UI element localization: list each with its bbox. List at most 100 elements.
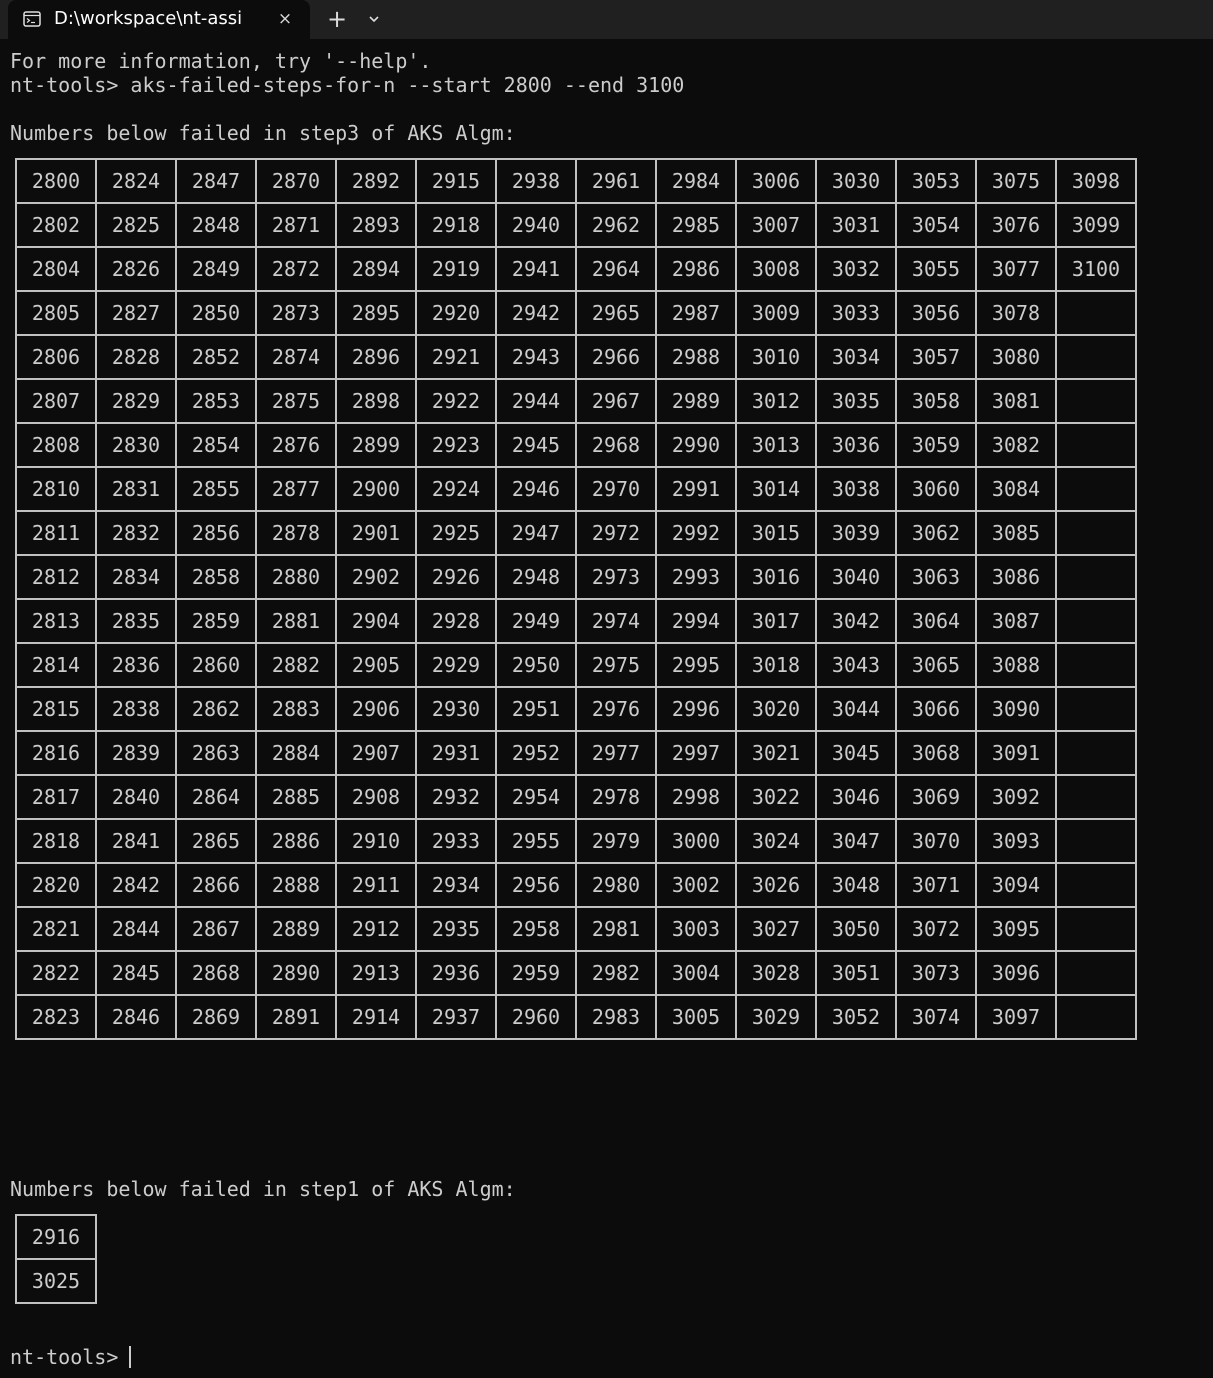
table-cell: 2836 xyxy=(95,642,177,688)
table-cell: 2984 xyxy=(655,158,737,204)
table-cell xyxy=(1055,774,1137,820)
table-cell: 2998 xyxy=(655,774,737,820)
table-cell xyxy=(1055,554,1137,600)
table-cell: 3058 xyxy=(895,378,977,424)
table-cell: 2826 xyxy=(95,246,177,292)
table-cell: 2954 xyxy=(495,774,577,820)
table-cell: 2997 xyxy=(655,730,737,776)
table-cell: 2958 xyxy=(495,906,577,952)
title-bar: D:\workspace\nt-assi × + xyxy=(0,0,1213,39)
table-cell: 2925 xyxy=(415,510,497,556)
table-cell: 2811 xyxy=(15,510,97,556)
table-cell: 2869 xyxy=(175,994,257,1040)
table-cell: 3087 xyxy=(975,598,1057,644)
table-cell: 2951 xyxy=(495,686,577,732)
table-cell: 3060 xyxy=(895,466,977,512)
table-cell xyxy=(1055,818,1137,864)
table-cell: 3025 xyxy=(15,1258,97,1304)
table-cell: 2993 xyxy=(655,554,737,600)
table-cell: 3002 xyxy=(655,862,737,908)
terminal-tab[interactable]: D:\workspace\nt-assi × xyxy=(8,0,310,39)
table-cell: 3063 xyxy=(895,554,977,600)
table-cell: 2913 xyxy=(335,950,417,996)
table-row: 2813 2835 2859 2881 2904 2928 2949 2974 2994 3017… xyxy=(15,598,1137,644)
table-cell: 3029 xyxy=(735,994,817,1040)
table-cell: 2940 xyxy=(495,202,577,248)
table-cell: 2859 xyxy=(175,598,257,644)
table-cell: 2838 xyxy=(95,686,177,732)
table-cell: 2949 xyxy=(495,598,577,644)
table-cell: 2945 xyxy=(495,422,577,468)
table-cell: 2944 xyxy=(495,378,577,424)
table-cell: 2823 xyxy=(15,994,97,1040)
table-cell: 2881 xyxy=(255,598,337,644)
table-cell: 2864 xyxy=(175,774,257,820)
table-cell: 2821 xyxy=(15,906,97,952)
table-row: 2811 2832 2856 2878 2901 2925 2947 2972 2992 3015… xyxy=(15,510,1137,556)
table-cell: 2901 xyxy=(335,510,417,556)
table-cell: 2832 xyxy=(95,510,177,556)
table-cell: 2878 xyxy=(255,510,337,556)
table-cell: 3056 xyxy=(895,290,977,336)
table-cell: 2841 xyxy=(95,818,177,864)
table-cell: 3099 xyxy=(1055,202,1137,248)
chevron-down-icon[interactable] xyxy=(364,9,384,29)
table-cell: 3098 xyxy=(1055,158,1137,204)
table-cell: 2941 xyxy=(495,246,577,292)
table-cell: 2983 xyxy=(575,994,657,1040)
table-cell: 3045 xyxy=(815,730,897,776)
table-cell: 2829 xyxy=(95,378,177,424)
table-cell: 2865 xyxy=(175,818,257,864)
table-cell: 3000 xyxy=(655,818,737,864)
table-cell: 2807 xyxy=(15,378,97,424)
table-cell: 2991 xyxy=(655,466,737,512)
table-cell: 3100 xyxy=(1055,246,1137,292)
table-cell: 3031 xyxy=(815,202,897,248)
table-cell: 3081 xyxy=(975,378,1057,424)
table-row: 2808 2830 2854 2876 2899 2923 2945 2968 2990 3013… xyxy=(15,422,1137,468)
table-cell: 2905 xyxy=(335,642,417,688)
table-cell: 2929 xyxy=(415,642,497,688)
table-row: 2800 2824 2847 2870 2892 2915 2938 2961 2984 3006… xyxy=(15,158,1137,204)
table-cell: 3017 xyxy=(735,598,817,644)
table-cell xyxy=(1055,422,1137,468)
table-cell: 3047 xyxy=(815,818,897,864)
table-cell xyxy=(1055,466,1137,512)
close-icon[interactable]: × xyxy=(274,8,296,30)
table-cell: 2854 xyxy=(175,422,257,468)
table-cell: 2977 xyxy=(575,730,657,776)
table-cell xyxy=(1055,950,1137,996)
table-cell: 2946 xyxy=(495,466,577,512)
table-row: 2807 2829 2853 2875 2898 2922 2944 2967 2989 3012… xyxy=(15,378,1137,424)
table-cell: 3007 xyxy=(735,202,817,248)
table-cell xyxy=(1055,598,1137,644)
table-cell: 2895 xyxy=(335,290,417,336)
table-cell: 2808 xyxy=(15,422,97,468)
table-cell xyxy=(1055,378,1137,424)
table-cell: 3069 xyxy=(895,774,977,820)
table-cell: 2986 xyxy=(655,246,737,292)
shell-prompt[interactable]: nt-tools> xyxy=(10,1345,130,1369)
table-cell: 2934 xyxy=(415,862,497,908)
table-cell: 2988 xyxy=(655,334,737,380)
table-cell xyxy=(1055,642,1137,688)
table-cell: 2827 xyxy=(95,290,177,336)
table-cell: 3073 xyxy=(895,950,977,996)
table-cell: 2907 xyxy=(335,730,417,776)
table-cell: 2820 xyxy=(15,862,97,908)
table-cell: 2805 xyxy=(15,290,97,336)
table-cell: 3078 xyxy=(975,290,1057,336)
text-cursor xyxy=(129,1346,131,1368)
table-cell: 3016 xyxy=(735,554,817,600)
table-cell: 2990 xyxy=(655,422,737,468)
table-cell: 3065 xyxy=(895,642,977,688)
table-cell: 2845 xyxy=(95,950,177,996)
table-cell: 3033 xyxy=(815,290,897,336)
table-cell: 3084 xyxy=(975,466,1057,512)
table-cell: 3015 xyxy=(735,510,817,556)
new-tab-button[interactable]: + xyxy=(324,6,350,32)
table-cell: 2899 xyxy=(335,422,417,468)
table-cell: 2886 xyxy=(255,818,337,864)
table-cell: 3074 xyxy=(895,994,977,1040)
table-cell: 3032 xyxy=(815,246,897,292)
